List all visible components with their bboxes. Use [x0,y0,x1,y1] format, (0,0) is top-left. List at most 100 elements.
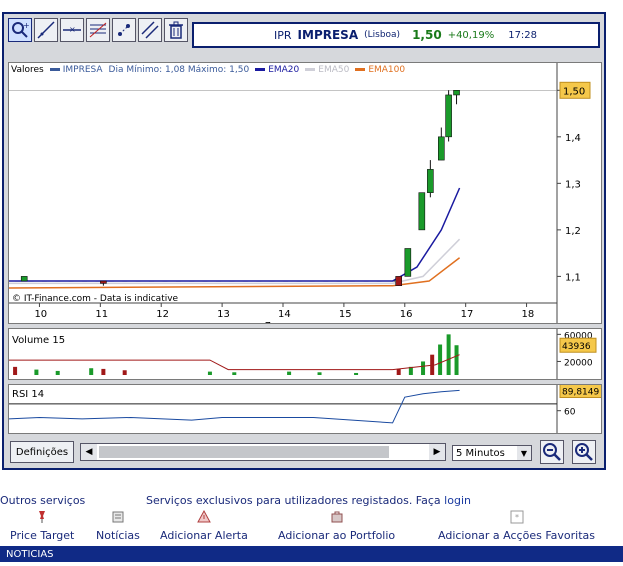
x-tick-label: 18 [522,309,535,320]
zoom-in-icon [575,443,593,461]
y-tick-label: 1,2 [565,226,581,237]
adicionar-portfolio-link[interactable]: Adicionar ao Portfolio [278,510,395,542]
volume-bar [89,368,94,375]
volume-tick-label: 20000 [564,358,593,368]
rsi-chart: RSI 14 60 89,8149 [8,383,603,433]
adicionar-alerta-link[interactable]: Adicionar Alerta [160,509,248,542]
candle-body [20,276,28,282]
svg-text:+: + [23,21,30,30]
rsi-panel[interactable]: RSI 14 60 89,8149 [8,383,603,434]
zoom-in-button[interactable] [572,440,596,464]
volume-bar [396,368,401,375]
quote-box: IPR IMPRESA (Lisboa) 1,50 +40,19% 17:28 [192,22,600,48]
chart-legend: Valores IMPRESA Dia Mínimo: 1,08 Máximo:… [11,65,405,75]
ema50-line [9,238,461,285]
quote-price: 1,50 [412,28,442,42]
adicionar-alerta-label: Adicionar Alerta [160,529,248,542]
candle-body [427,169,434,193]
volume-bar [101,368,106,375]
exclusive-services-label: Serviços exclusivos para utilizadores re… [146,494,441,507]
noticias-section-bar: NOTICIAS [0,546,623,562]
volume-bar [207,371,212,375]
scroll-left-icon[interactable]: ◀ [81,444,97,460]
zoom-out-button[interactable] [540,440,564,464]
volume-bar [438,344,443,375]
zoom-in-tool-icon[interactable]: + [8,18,32,42]
candle-body [438,136,445,161]
adicionar-portfolio-label: Adicionar ao Portfolio [278,529,396,542]
volume-title: Volume 15 [12,335,65,346]
x-tick-label: 15 [339,309,352,320]
interval-select[interactable]: 5 Minutos ▼ [452,445,532,461]
legend-series: IMPRESA [49,65,103,75]
svg-text:*: * [515,513,519,522]
legend-ema100-label: EMA100 [368,65,406,75]
parallel-lines-tool-icon[interactable] [138,18,162,42]
exclusive-services-text: Serviços exclusivos para utilizadores re… [146,494,471,507]
legend-range: Dia Mínimo: 1,08 Máximo: 1,50 [108,65,250,75]
noticias-label: Notícias [96,529,140,542]
volume-bar [55,370,60,375]
price-target-link[interactable]: Price Target [10,510,74,542]
quote-exchange: (Lisboa) [364,30,401,40]
x-tick-label: 17 [461,309,474,320]
quote-symbol: IPR [274,28,292,42]
scroll-thumb[interactable] [99,446,389,458]
svg-text:×: × [69,25,76,34]
warning-icon [197,509,211,523]
pin-icon [39,511,46,523]
outros-servicos-label: Outros serviços [0,494,86,507]
x-tick-label: 13 [217,309,230,320]
noticias-link[interactable]: Notícias [96,510,140,542]
x-tick-label: 14 [278,309,291,320]
chart-frame: + × IPR IMPRESA (Lisboa) 1,50 +40,19% 17… [2,12,606,470]
candle-body [418,192,426,231]
quote-name: IMPRESA [297,28,359,42]
volume-bar [287,371,292,375]
legend-swatch-ema100 [355,68,366,71]
candle-body [404,248,412,277]
legend-series-label: IMPRESA [62,65,103,75]
ema20-line [9,187,461,282]
price-target-label: Price Target [10,529,75,542]
fibonacci-tool-icon[interactable] [86,18,110,42]
rsi-last-label: 89,8149 [562,388,599,398]
login-link[interactable]: login [444,494,471,507]
volume-bar [317,372,322,375]
definicoes-button[interactable]: Definições [10,441,74,463]
x-tick-label: 10 [34,309,47,320]
rsi-title: RSI 14 [12,389,44,400]
adicionar-favoritas-link[interactable]: * Adicionar a Acções Favoritas [438,510,595,542]
chart-scrollbar[interactable]: ◀ ▶ [80,443,446,461]
y-tick-label: 1,3 [565,179,581,190]
price-chart-panel[interactable]: 1,51,41,31,21,11,501011121314151617187© … [8,62,602,332]
newspaper-icon [112,511,124,523]
points-tool-icon[interactable] [112,18,136,42]
adicionar-favoritas-label: Adicionar a Acções Favoritas [438,529,595,542]
x-tick-label: 11 [95,309,108,320]
rsi-line [8,389,460,424]
services-section: Outros serviços Serviços exclusivos para… [0,490,623,550]
volume-average-line [9,354,460,371]
quote-time: 17:28 [508,29,538,41]
volume-bar [13,366,18,375]
briefcase-icon [331,511,343,523]
candle-body [395,276,402,286]
horizontal-line-tool-icon[interactable]: × [60,18,84,42]
legend-ema50: EMA50 [305,65,349,75]
trash-icon[interactable] [164,18,188,42]
toolbar: + × [8,18,188,48]
chevron-down-icon[interactable]: ▼ [517,446,531,460]
trendline-tool-icon[interactable] [34,18,58,42]
legend-valores: Valores [11,65,44,75]
volume-bar [421,361,426,375]
volume-bar [232,372,237,375]
quote-change: +40,19% [447,29,495,41]
scroll-right-icon[interactable]: ▶ [429,444,445,460]
y-tick-label: 1,4 [565,133,581,144]
chart-credit: © IT-Finance.com - Data is indicative [12,294,179,304]
x-tick-label: 16 [400,309,413,320]
chart-controls: Definições ◀ ▶ 5 Minutos ▼ [8,439,602,469]
volume-panel[interactable]: Volume 15 60000 20000 43936 [8,328,602,380]
legend-swatch-ema50 [305,68,316,71]
